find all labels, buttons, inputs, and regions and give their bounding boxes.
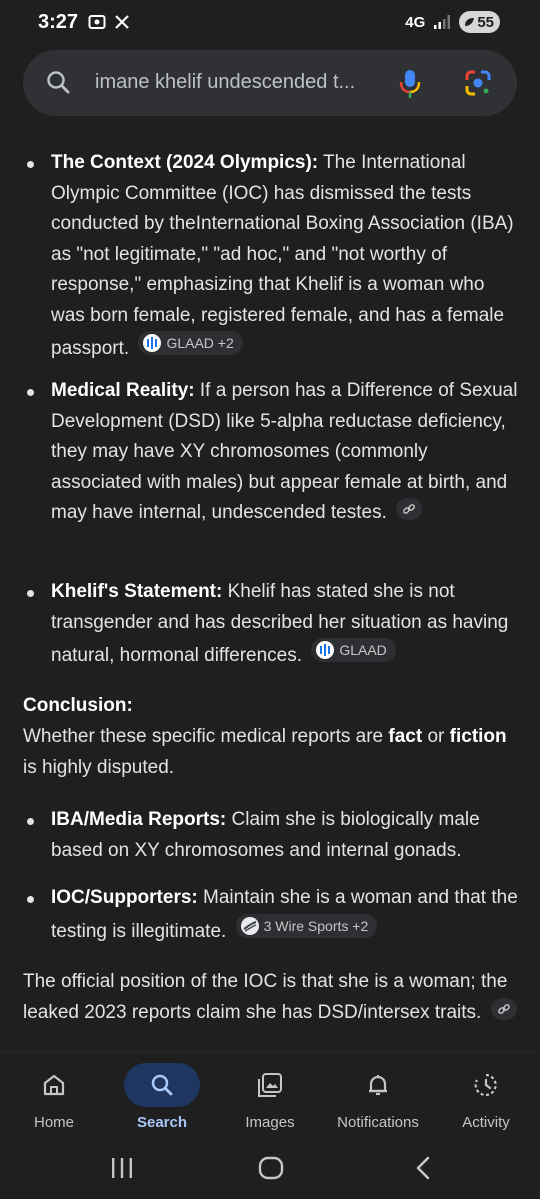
- wire-sports-logo-icon: [240, 916, 259, 935]
- nav-label: Notifications: [337, 1114, 419, 1131]
- x-icon: [115, 15, 129, 29]
- bullet-text: If a person has a Difference of Sexual D…: [51, 380, 518, 523]
- nav-label: Search: [136, 1114, 188, 1131]
- home-button-icon[interactable]: [258, 1155, 284, 1181]
- bullet-text: The International Olympic Committee (IOC…: [51, 152, 514, 359]
- battery-saver-icon: [465, 18, 475, 26]
- nav-activity[interactable]: Activity: [432, 1063, 540, 1131]
- search-bar[interactable]: imane khelif undescended t...: [23, 50, 517, 116]
- nav-label: Activity: [462, 1114, 510, 1131]
- list-item: IBA/Media Reports: Claim she is biologic…: [27, 805, 519, 866]
- signal-icon: [434, 15, 451, 29]
- recent-apps-icon[interactable]: [110, 1157, 134, 1179]
- list-item: The Context (2024 Olympics): The Interna…: [27, 148, 519, 365]
- glaad-logo-icon: [143, 334, 162, 352]
- conclusion-text-c: is highly disputed.: [23, 757, 175, 778]
- system-navigation-bar: [0, 1142, 540, 1199]
- status-notification-icons: [88, 13, 130, 31]
- bullet-title: Khelif's Statement:: [51, 581, 223, 602]
- network-label: 4G: [405, 13, 426, 31]
- conclusion-block: Conclusion: Whether these specific medic…: [23, 690, 519, 783]
- conclusion-fiction: fiction: [449, 726, 507, 747]
- list-item: Medical Reality: If a person has a Diffe…: [27, 376, 519, 529]
- search-icon: [151, 1074, 173, 1096]
- status-bar: 3:27 4G 55: [0, 0, 540, 46]
- source-chip[interactable]: 3 Wire Sports +2: [235, 913, 378, 938]
- link-icon: [403, 504, 416, 514]
- nav-pill: [448, 1063, 524, 1107]
- battery-indicator: 55: [459, 11, 500, 33]
- status-time: 3:27: [38, 11, 79, 33]
- nav-notifications[interactable]: Notifications: [324, 1063, 432, 1131]
- bullet-title: Medical Reality:: [51, 380, 195, 401]
- nav-pill: [16, 1063, 92, 1107]
- nav-label: Home: [33, 1114, 74, 1131]
- nav-pill: [340, 1063, 416, 1107]
- conclusion-text: Whether these specific medical reports a…: [23, 721, 519, 783]
- nav-home[interactable]: Home: [0, 1063, 108, 1131]
- list-item: Khelif's Statement: Khelif has stated sh…: [27, 577, 519, 672]
- source-chip[interactable]: GLAAD +2: [138, 331, 243, 355]
- nav-pill: [232, 1063, 308, 1107]
- bell-icon: [369, 1075, 387, 1096]
- microphone-icon[interactable]: [399, 68, 421, 105]
- bottom-navigation: Home Search Images Notifications Activit…: [0, 1052, 540, 1143]
- nav-label: Images: [245, 1114, 295, 1131]
- nav-search[interactable]: Search: [108, 1063, 216, 1131]
- battery-level: 55: [477, 13, 494, 31]
- conclusion-fact: fact: [388, 726, 423, 747]
- conclusion-text-a: Whether these specific medical reports a…: [23, 726, 389, 747]
- images-icon: [258, 1073, 282, 1097]
- screen-record-icon: [88, 15, 106, 29]
- nav-images[interactable]: Images: [216, 1063, 324, 1131]
- source-chip[interactable]: GLAAD: [311, 638, 396, 662]
- list-item: IOC/Supporters: Maintain she is a woman …: [27, 883, 519, 947]
- final-paragraph: The official position of the IOC is that…: [23, 966, 519, 1028]
- bullet-title: IBA/Media Reports:: [51, 809, 227, 830]
- conclusion-text-b: or: [422, 726, 450, 747]
- search-query[interactable]: imane khelif undescended t...: [95, 71, 385, 94]
- link-chip[interactable]: [396, 498, 423, 520]
- link-chip[interactable]: [490, 998, 517, 1020]
- google-lens-icon[interactable]: [463, 68, 493, 103]
- home-icon: [43, 1074, 65, 1096]
- search-icon: [45, 69, 71, 100]
- conclusion-heading: Conclusion:: [23, 695, 133, 716]
- final-paragraph-text: The official position of the IOC is that…: [23, 971, 508, 1023]
- ai-overview-content: The Context (2024 Olympics): The Interna…: [0, 120, 540, 1056]
- bullet-title: The Context (2024 Olympics):: [51, 152, 319, 173]
- nav-pill-active: [124, 1063, 200, 1107]
- glaad-logo-icon: [316, 641, 335, 659]
- activity-icon: [474, 1073, 497, 1097]
- status-right: 4G 55: [405, 11, 500, 33]
- bullet-title: IOC/Supporters:: [51, 887, 198, 908]
- link-icon: [497, 1004, 510, 1014]
- source-chip-label: 3 Wire Sports +2: [263, 917, 369, 934]
- source-chip-label: GLAAD +2: [166, 335, 234, 351]
- back-button-icon[interactable]: [414, 1156, 432, 1180]
- source-chip-label: GLAAD: [339, 642, 387, 658]
